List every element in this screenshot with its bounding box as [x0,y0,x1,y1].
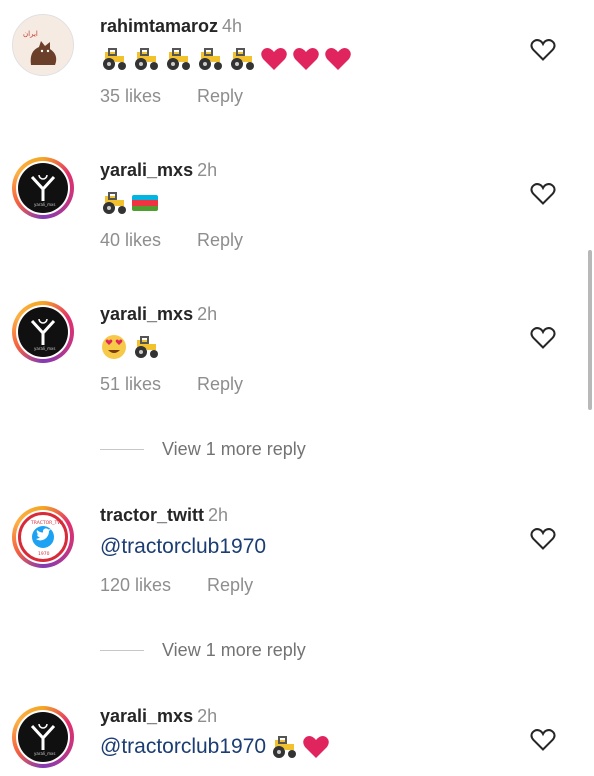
username-text[interactable]: yarali_mxs [100,304,193,324]
comment-username[interactable]: tractor_twitt 2h [100,505,228,526]
tractor-icon [231,48,254,70]
comment-username[interactable]: yarali_mxs 2h [100,706,217,727]
likes-count[interactable]: 51 likes [100,374,161,394]
svg-text:1970: 1970 [38,551,50,557]
svg-text:ایران: ایران [23,30,38,38]
mention-link[interactable]: @tractorclub1970 [100,735,266,759]
divider-line [100,650,144,651]
tractor-twitt-logo-icon: TRACTOR_TWITT 1970 [30,520,63,557]
yarali-logo-icon: yarali_mxs [30,174,55,207]
mention-link[interactable]: @tractorclub1970 [100,535,266,559]
view-more-replies-button[interactable]: View 1 more reply [100,439,306,460]
reply-button[interactable]: Reply [207,575,253,595]
svg-text:yarali_mxs: yarali_mxs [34,346,55,351]
tractor-icon [167,48,190,70]
svg-text:yarali_mxs: yarali_mxs [34,202,55,207]
divider-line [100,449,144,450]
comment-meta: 51 likes Reply [100,374,243,395]
username-text[interactable]: rahimtamaroz [100,16,218,36]
svg-text:yarali_mxs: yarali_mxs [34,751,55,756]
red-heart-icon [261,48,287,70]
tractor-icon [135,336,158,358]
reply-button[interactable]: Reply [197,374,243,394]
comment-username[interactable]: yarali_mxs 2h [100,160,217,181]
comment-meta: 40 likes Reply [100,230,243,251]
comment-text [100,334,160,360]
scrollbar[interactable] [588,250,592,410]
comment-time: 2h [208,505,229,525]
red-heart-icon [293,48,319,70]
reply-button[interactable]: Reply [197,230,243,250]
tractor-icon [103,192,126,214]
comment-time: 2h [197,706,218,726]
yarali-logo-icon: yarali_mxs [30,318,55,351]
comment-time: 4h [222,16,243,36]
red-heart-icon [325,48,351,70]
tractor-icon [103,48,126,70]
like-heart-icon[interactable] [530,326,556,350]
likes-count[interactable]: 35 likes [100,86,161,106]
username-text[interactable]: yarali_mxs [100,706,193,726]
username-text[interactable]: tractor_twitt [100,505,204,525]
comment-text [100,190,158,216]
comment-time: 2h [197,304,218,324]
comment-username[interactable]: rahimtamaroz 4h [100,16,242,37]
red-heart-icon [303,736,329,758]
tractor-icon [199,48,222,70]
comment-text [100,46,352,72]
tractor-icon [135,48,158,70]
svg-text:TRACTOR_TWITT: TRACTOR_TWITT [30,520,63,526]
avatar[interactable]: yarali_mxs [12,706,74,768]
like-heart-icon[interactable] [530,527,556,551]
comment-time: 2h [197,160,218,180]
avatar[interactable]: yarali_mxs [12,157,74,219]
view-more-label[interactable]: View 1 more reply [162,439,306,460]
username-text[interactable]: yarali_mxs [100,160,193,180]
view-more-label[interactable]: View 1 more reply [162,640,306,661]
azerbaijan-flag-icon [132,195,158,211]
avatar[interactable]: ایران [12,14,74,76]
comment-text: @tractorclub1970 [100,535,266,559]
tractor-icon [273,736,297,758]
like-heart-icon[interactable] [530,38,556,62]
cat-avatar-icon: ایران [23,30,57,65]
avatar[interactable]: TRACTOR_TWITT 1970 [12,506,74,568]
comment-meta: 120 likes Reply [100,575,253,596]
comment-text: @tractorclub1970 [100,734,330,760]
yarali-logo-icon: yarali_mxs [30,723,55,756]
likes-count[interactable]: 120 likes [100,575,171,595]
view-more-replies-button[interactable]: View 1 more reply [100,640,306,661]
reply-button[interactable]: Reply [197,86,243,106]
likes-count[interactable]: 40 likes [100,230,161,250]
avatar[interactable]: yarali_mxs [12,301,74,363]
comment-meta: 35 likes Reply [100,86,243,107]
comment-username[interactable]: yarali_mxs 2h [100,304,217,325]
like-heart-icon[interactable] [530,728,556,752]
like-heart-icon[interactable] [530,182,556,206]
heart-eyes-face-icon [102,335,126,359]
